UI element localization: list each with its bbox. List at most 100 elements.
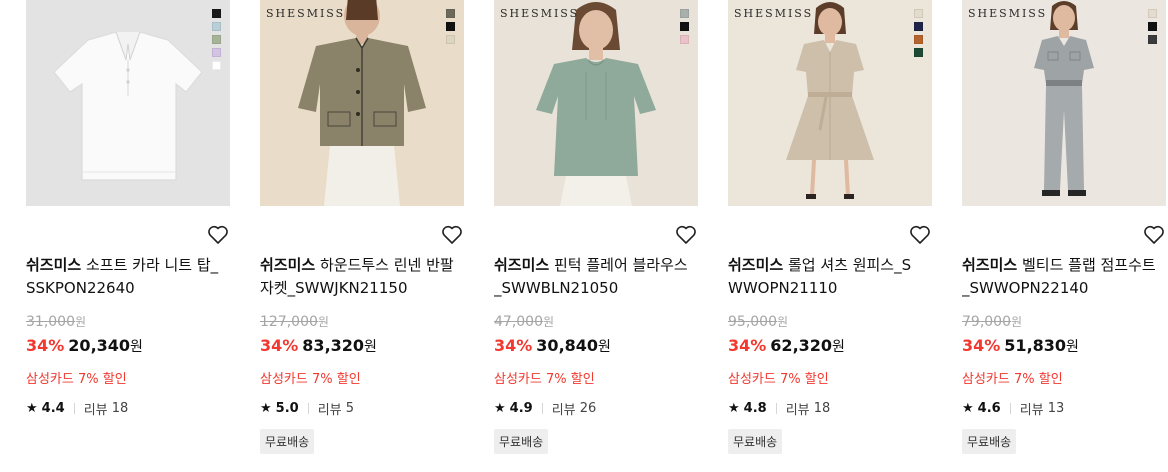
product-name-line2: _SWWBLN21050 bbox=[494, 279, 619, 297]
color-swatch bbox=[914, 9, 923, 18]
product-card[interactable]: SHESMISS 쉬즈미스 롤업 셔츠 원피스_S WWOPN21110 95,0… bbox=[728, 0, 934, 454]
product-name-line2: 자켓_SWWJKN21150 bbox=[260, 279, 408, 297]
product-name: 롤업 셔츠 원피스_S bbox=[783, 256, 912, 274]
divider bbox=[1009, 403, 1011, 414]
color-swatch bbox=[1148, 35, 1157, 44]
review-label: 리뷰 bbox=[1019, 403, 1044, 418]
product-name-line2: _SWWOPN22140 bbox=[962, 279, 1089, 297]
original-price: 79,000원 bbox=[962, 313, 1022, 330]
card-benefit: 삼성카드 7% 할인 bbox=[962, 372, 1063, 387]
product-title[interactable]: 쉬즈미스 소프트 카라 니트 탑_ SSKPON22640 bbox=[26, 254, 232, 300]
heart-outline-icon[interactable] bbox=[674, 222, 698, 246]
product-photo-polo-knit bbox=[53, 31, 203, 181]
product-name: 벨티드 플랩 점프수트 bbox=[1017, 256, 1156, 274]
product-brand: 쉬즈미스 bbox=[728, 256, 784, 274]
review-count: 18 bbox=[813, 401, 831, 416]
divider bbox=[73, 403, 75, 414]
original-price-value: 79,000 bbox=[962, 314, 1011, 330]
color-swatch bbox=[446, 22, 455, 31]
review-count: 5 bbox=[345, 401, 355, 416]
card-benefit: 삼성카드 7% 할인 bbox=[728, 372, 829, 387]
sale-price: 34% 83,320원 bbox=[260, 336, 377, 356]
color-swatches bbox=[446, 9, 455, 44]
product-brand: 쉬즈미스 bbox=[494, 256, 550, 274]
brand-logo: SHESMISS bbox=[968, 7, 1048, 20]
rating-score: 4.6 bbox=[977, 401, 1001, 416]
brand-logo: SHESMISS bbox=[266, 7, 346, 20]
product-name: 하운드투스 린넨 반팔 bbox=[315, 256, 454, 274]
star-icon: ★ bbox=[260, 401, 272, 416]
divider bbox=[541, 403, 543, 414]
color-swatch bbox=[446, 35, 455, 44]
currency-unit: 원 bbox=[543, 315, 555, 329]
product-card[interactable]: 쉬즈미스 소프트 카라 니트 탑_ SSKPON22640 31,000원 34%… bbox=[26, 0, 232, 418]
product-brand: 쉬즈미스 bbox=[26, 256, 82, 274]
product-name-line2: WWOPN21110 bbox=[728, 279, 838, 297]
divider bbox=[307, 403, 309, 414]
star-icon: ★ bbox=[962, 401, 974, 416]
heart-outline-icon[interactable] bbox=[206, 222, 230, 246]
color-swatch bbox=[212, 22, 221, 31]
brand-logo: SHESMISS bbox=[500, 7, 580, 20]
color-swatch bbox=[212, 61, 221, 70]
rating-score: 5.0 bbox=[275, 401, 299, 416]
color-swatch bbox=[212, 9, 221, 18]
sale-price: 34% 51,830원 bbox=[962, 336, 1079, 356]
star-icon: ★ bbox=[728, 401, 740, 416]
product-title[interactable]: 쉬즈미스 벨티드 플랩 점프수트 _SWWOPN22140 bbox=[962, 254, 1168, 300]
heart-outline-icon[interactable] bbox=[908, 222, 932, 246]
heart-outline-icon[interactable] bbox=[1142, 222, 1166, 246]
currency-unit: 원 bbox=[364, 339, 377, 355]
product-title[interactable]: 쉬즈미스 하운드투스 린넨 반팔자켓_SWWJKN21150 bbox=[260, 254, 466, 300]
review-count: 13 bbox=[1047, 401, 1065, 416]
product-brand: 쉬즈미스 bbox=[962, 256, 1018, 274]
currency-unit: 원 bbox=[317, 315, 329, 329]
review-count: 18 bbox=[111, 401, 129, 416]
sale-price-value: 20,340 bbox=[68, 336, 131, 355]
divider bbox=[775, 403, 777, 414]
card-benefit: 삼성카드 7% 할인 bbox=[260, 372, 361, 387]
product-image[interactable]: SHESMISS bbox=[962, 0, 1166, 206]
original-price-value: 127,000 bbox=[260, 314, 318, 330]
discount-rate: 34% bbox=[494, 336, 533, 355]
product-image[interactable] bbox=[26, 0, 230, 206]
product-image[interactable]: SHESMISS bbox=[260, 0, 464, 206]
star-icon: ★ bbox=[494, 401, 506, 416]
color-swatch bbox=[914, 48, 923, 57]
rating-summary: ★ 4.9 리뷰 26 bbox=[494, 399, 596, 418]
product-card[interactable]: SHESMISS 쉬즈미스 하운드투스 린넨 반팔 자켓_SWWJKN21150 … bbox=[260, 0, 466, 454]
product-image[interactable]: SHESMISS bbox=[494, 0, 698, 206]
product-name: 소프트 카라 니트 탑_ bbox=[81, 256, 219, 274]
currency-unit: 원 bbox=[832, 339, 845, 355]
heart-outline-icon[interactable] bbox=[440, 222, 464, 246]
product-image[interactable]: SHESMISS bbox=[728, 0, 932, 206]
color-swatch bbox=[680, 9, 689, 18]
color-swatch bbox=[1148, 9, 1157, 18]
product-title[interactable]: 쉬즈미스 롤업 셔츠 원피스_S WWOPN21110 bbox=[728, 254, 934, 300]
color-swatches bbox=[680, 9, 689, 44]
product-photo-shirt-dress bbox=[786, 2, 874, 199]
card-benefit: 삼성카드 7% 할인 bbox=[26, 372, 127, 387]
currency-unit: 원 bbox=[1066, 339, 1079, 355]
color-swatch bbox=[1148, 22, 1157, 31]
star-icon: ★ bbox=[26, 401, 38, 416]
product-brand: 쉬즈미스 bbox=[260, 256, 316, 274]
rating-summary: ★ 4.6 리뷰 13 bbox=[962, 399, 1064, 418]
original-price: 31,000원 bbox=[26, 313, 86, 330]
product-card[interactable]: SHESMISS 쉬즈미스 벨티드 플랩 점프수트 _SWWOPN22140 79… bbox=[962, 0, 1168, 454]
color-swatches bbox=[914, 9, 923, 57]
product-title[interactable]: 쉬즈미스 핀턱 플레어 블라우스 _SWWBLN21050 bbox=[494, 254, 700, 300]
product-name-line2: SSKPON22640 bbox=[26, 279, 135, 297]
product-name: 핀턱 플레어 블라우스 bbox=[549, 256, 688, 274]
rating-summary: ★ 5.0 리뷰 5 bbox=[260, 399, 354, 418]
product-grid-row: 쉬즈미스 소프트 카라 니트 탑_ SSKPON22640 31,000원 34%… bbox=[0, 0, 1168, 472]
currency-unit: 원 bbox=[75, 315, 87, 329]
color-swatch bbox=[680, 35, 689, 44]
rating-score: 4.8 bbox=[743, 401, 767, 416]
product-card[interactable]: SHESMISS 쉬즈미스 핀턱 플레어 블라우스 _SWWBLN21050 47… bbox=[494, 0, 700, 454]
free-shipping-badge: 무료배송 bbox=[494, 429, 549, 454]
free-shipping-badge: 무료배송 bbox=[962, 429, 1017, 454]
free-shipping-badge: 무료배송 bbox=[260, 429, 315, 454]
discount-rate: 34% bbox=[26, 336, 65, 355]
sale-price: 34% 62,320원 bbox=[728, 336, 845, 356]
